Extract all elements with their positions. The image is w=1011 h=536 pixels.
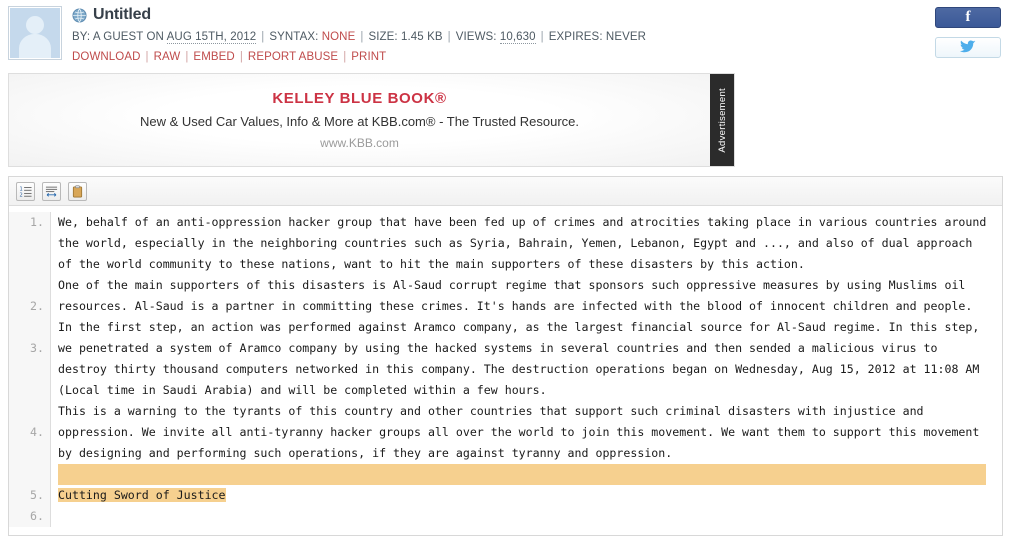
- line-number-spacer: [9, 317, 44, 338]
- meta-separator: |: [261, 31, 265, 43]
- advertisement-banner[interactable]: KELLEY BLUE BOOK® New & Used Car Values,…: [8, 73, 735, 167]
- advertisement-content[interactable]: KELLEY BLUE BOOK® New & Used Car Values,…: [9, 74, 710, 166]
- raw-link[interactable]: RAW: [154, 51, 181, 63]
- paste-meta: BY: A GUEST ON AUG 15TH, 2012 | SYNTAX: NO…: [72, 31, 647, 44]
- selection-highlight-text: Cutting Sword of Justice: [58, 488, 226, 502]
- link-separator: |: [239, 51, 243, 63]
- avatar-head-shape: [26, 16, 44, 34]
- line-number: 6.: [30, 509, 44, 523]
- code-line: In the first step, an action was perform…: [58, 320, 987, 397]
- code-toolbar: 1 2: [9, 177, 1002, 206]
- avatar-body-shape: [19, 34, 51, 58]
- code-line: This is a warning to the tyrants of this…: [58, 404, 987, 460]
- svg-text:2: 2: [19, 192, 22, 197]
- paste-header: Untitled BY: A GUEST ON AUG 15TH, 2012 | S…: [0, 0, 1011, 74]
- code-line-empty-selected: [58, 464, 1002, 485]
- ad-title: KELLEY BLUE BOOK®: [272, 90, 447, 107]
- embed-link[interactable]: EMBED: [193, 51, 234, 63]
- code-text[interactable]: We, behalf of an anti-oppression hacker …: [51, 212, 1002, 527]
- link-separator: |: [145, 51, 149, 63]
- advertisement-label-text: Advertisement: [716, 87, 728, 153]
- advertisement-label: Advertisement: [710, 74, 734, 166]
- line-number: 5.: [30, 488, 44, 502]
- line-number-spacer: [9, 233, 44, 296]
- selection-highlight: [58, 464, 986, 485]
- twitter-bird-icon: [960, 40, 976, 55]
- meta-on-label: ON: [146, 31, 164, 43]
- facebook-share-button[interactable]: f: [935, 7, 1001, 28]
- meta-syntax-value[interactable]: NONE: [322, 31, 356, 43]
- print-link[interactable]: PRINT: [351, 51, 386, 63]
- copy-to-clipboard-button[interactable]: [68, 181, 87, 201]
- meta-syntax-label: SYNTAX:: [269, 31, 319, 43]
- line-number: 3.: [30, 341, 44, 355]
- page-title: Untitled: [93, 6, 151, 23]
- link-separator: |: [185, 51, 189, 63]
- svg-text:1: 1: [19, 186, 22, 192]
- code-line: We, behalf of an anti-oppression hacker …: [58, 215, 994, 271]
- meta-separator: |: [447, 31, 451, 43]
- meta-views-label: VIEWS:: [455, 31, 497, 43]
- meta-views-value: 10,630: [499, 31, 536, 44]
- meta-separator: |: [360, 31, 364, 43]
- ad-url: www.KBB.com: [320, 136, 399, 150]
- social-share-buttons: f: [935, 7, 1001, 58]
- meta-author[interactable]: A GUEST: [93, 31, 143, 43]
- link-separator: |: [343, 51, 347, 63]
- list-numbered-icon: 1 2: [19, 186, 32, 198]
- ad-subtitle: New & Used Car Values, Info & More at KB…: [140, 114, 579, 129]
- line-number: 1.: [30, 215, 44, 229]
- code-line: One of the main supporters of this disas…: [58, 278, 973, 313]
- toggle-word-wrap-button[interactable]: [42, 181, 61, 201]
- paste-content-panel: 1 2 1. 2. 3. 4. 5. 6. We, behalf of an a…: [8, 176, 1003, 536]
- code-line-selected: Cutting Sword of Justice: [58, 485, 1002, 506]
- toggle-line-numbers-button[interactable]: 1 2: [16, 181, 35, 201]
- facebook-icon: f: [965, 9, 971, 25]
- avatar: [8, 6, 62, 60]
- line-number: 2.: [30, 299, 44, 313]
- paste-action-links: DOWNLOAD | RAW | EMBED | REPORT ABUSE | PRINT: [72, 51, 386, 63]
- line-number-gutter: 1. 2. 3. 4. 5. 6.: [9, 212, 51, 527]
- line-number: 4.: [30, 425, 44, 439]
- line-number-spacer: [9, 359, 44, 422]
- globe-icon: [72, 7, 87, 23]
- meta-size-value: 1.45 KB: [401, 31, 443, 43]
- avatar-image: [10, 8, 60, 58]
- meta-by-label: BY:: [72, 31, 91, 43]
- clipboard-icon: [72, 184, 83, 197]
- meta-expires-label: EXPIRES:: [548, 31, 603, 43]
- report-abuse-link[interactable]: REPORT ABUSE: [248, 51, 338, 63]
- twitter-share-button[interactable]: [935, 37, 1001, 58]
- code-body: 1. 2. 3. 4. 5. 6. We, behalf of an anti-…: [9, 206, 1002, 535]
- meta-size-label: SIZE:: [368, 31, 398, 43]
- title-row: Untitled: [72, 6, 151, 24]
- download-link[interactable]: DOWNLOAD: [72, 51, 141, 63]
- word-wrap-icon: [45, 186, 58, 197]
- meta-separator: |: [540, 31, 544, 43]
- meta-expires-value: NEVER: [605, 31, 647, 43]
- line-number-spacer: [9, 443, 44, 485]
- meta-date: AUG 15TH, 2012: [166, 31, 257, 44]
